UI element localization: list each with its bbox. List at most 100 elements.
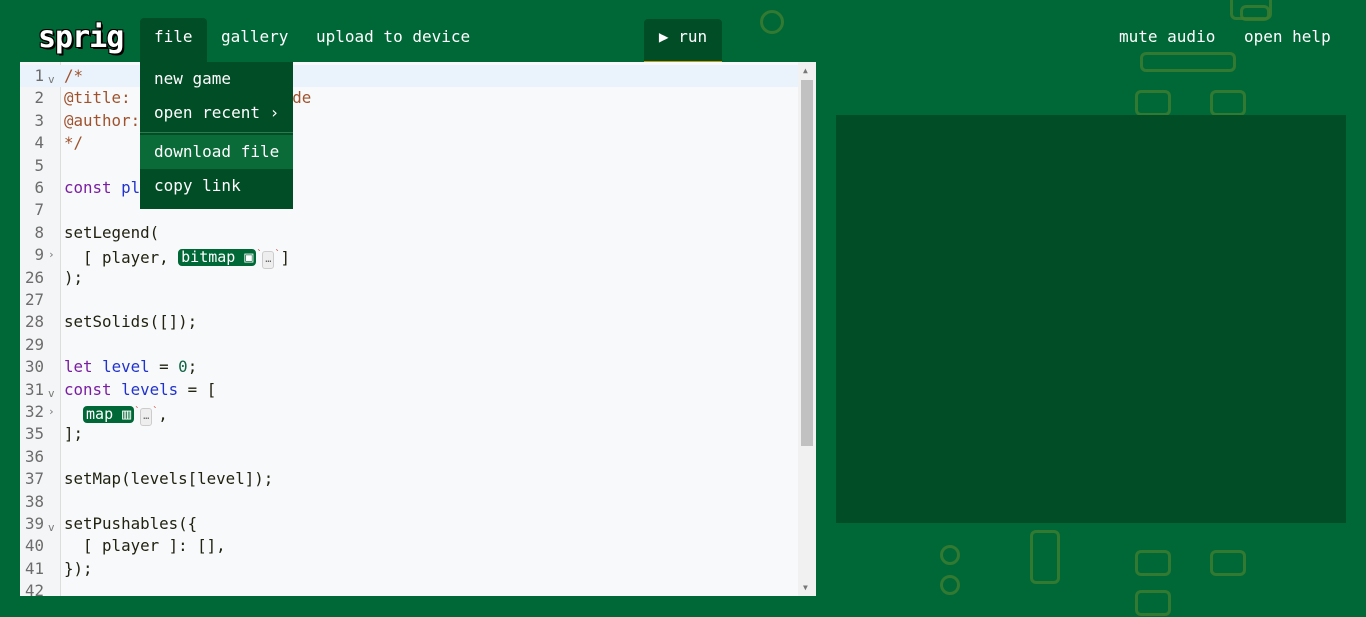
- code-line[interactable]: 27: [20, 289, 798, 311]
- scrollbar-thumb[interactable]: [801, 80, 813, 446]
- line-number: 3: [34, 110, 44, 130]
- fold-closed-icon[interactable]: ›: [48, 244, 55, 266]
- line-number: 31: [24, 379, 44, 399]
- code-text: const levels = [: [64, 379, 216, 401]
- code-line[interactable]: 1 v/*: [20, 65, 798, 88]
- code-text: [ player ]: [],: [64, 535, 226, 557]
- code-line[interactable]: 29: [20, 334, 798, 356]
- line-number: 35: [24, 424, 44, 444]
- code-text: /*: [64, 65, 83, 87]
- code-text: let level = 0;: [64, 356, 197, 378]
- code-line[interactable]: 37 setMap(levels[level]);: [20, 468, 798, 490]
- code-token: /*: [64, 66, 84, 85]
- code-text: */: [64, 132, 83, 154]
- menu-item-download-file[interactable]: download file: [140, 135, 293, 169]
- menu-item-copy-link[interactable]: copy link: [140, 169, 293, 203]
- nav-upload-to-device[interactable]: upload to device: [302, 18, 484, 56]
- code-line[interactable]: 8 setLegend(: [20, 222, 798, 244]
- asset-editor-pill[interactable]: bitmap ▣: [178, 249, 257, 267]
- line-number: 37: [24, 469, 44, 489]
- fold-closed-icon[interactable]: ›: [48, 401, 55, 423]
- code-text: @author:: [64, 110, 140, 132]
- code-token: );: [64, 267, 84, 287]
- line-number: 28: [24, 312, 44, 332]
- sprig-logo[interactable]: sprig: [38, 20, 124, 55]
- code-token: [ player ]: [],: [64, 536, 226, 556]
- code-token: let: [64, 357, 93, 377]
- code-line[interactable]: 38: [20, 491, 798, 513]
- code-line[interactable]: 31 v const levels = [: [20, 379, 798, 401]
- line-number: 2: [34, 88, 44, 108]
- open-help-button[interactable]: open help: [1230, 18, 1345, 56]
- code-line[interactable]: 2 @title: de: [20, 87, 798, 109]
- code-token: });: [64, 558, 93, 578]
- code-line[interactable]: 6 const pl: [20, 177, 798, 199]
- line-number: 9: [34, 245, 44, 265]
- code-line[interactable]: 36: [20, 446, 798, 468]
- code-line[interactable]: 26);: [20, 267, 798, 289]
- code-token: @author:: [64, 110, 141, 130]
- line-number: 42: [24, 581, 44, 596]
- menu-divider: [140, 132, 293, 133]
- code-token: levels: [121, 379, 179, 399]
- code-line[interactable]: 28 setSolids([]);: [20, 311, 798, 333]
- line-number: 32: [24, 402, 44, 421]
- run-label: run: [678, 27, 708, 46]
- code-text: setLegend(: [64, 222, 159, 244]
- menu-item-open-recent[interactable]: open recent ›: [140, 96, 293, 130]
- code-line[interactable]: 30 let level = 0;: [20, 356, 798, 378]
- code-token: setPushables({: [64, 514, 198, 533]
- line-number: 30: [24, 357, 44, 377]
- asset-editor-pill[interactable]: map ▥: [83, 406, 135, 423]
- code-line[interactable]: 41});: [20, 558, 798, 580]
- code-line[interactable]: 9 › [ player, bitmap ▣ `… `]: [20, 244, 798, 270]
- code-token: ]: [280, 248, 290, 268]
- code-token: setMap(levels[level]);: [64, 469, 274, 489]
- line-number: 8: [34, 222, 44, 242]
- scroll-up-icon[interactable]: ▲: [803, 66, 808, 75]
- code-line[interactable]: 35];: [20, 423, 798, 445]
- line-number: 5: [34, 155, 44, 175]
- line-number: 40: [24, 536, 44, 556]
- editor-scrollbar[interactable]: ▲ ▼: [798, 62, 816, 596]
- code-text: setSolids([]);: [64, 311, 197, 333]
- nav-gallery[interactable]: gallery: [207, 18, 302, 56]
- code-token: */: [64, 133, 84, 153]
- game-preview-canvas[interactable]: [836, 115, 1346, 523]
- code-text: });: [64, 558, 93, 580]
- code-line[interactable]: 7: [20, 199, 798, 221]
- scroll-down-icon[interactable]: ▼: [803, 583, 808, 592]
- code-token: [ player,: [64, 248, 179, 268]
- code-line[interactable]: 3 @author:: [20, 110, 798, 132]
- code-line[interactable]: 39 v setPushables({: [20, 513, 798, 535]
- code-line[interactable]: 40 [ player ]: [],: [20, 535, 798, 557]
- code-line[interactable]: 5: [20, 155, 798, 177]
- code-token: ,: [158, 405, 168, 424]
- line-number: 41: [24, 558, 44, 578]
- code-token: ];: [64, 424, 84, 444]
- line-number: 7: [34, 200, 44, 220]
- code-token: setSolids([]);: [64, 312, 198, 332]
- run-button[interactable]: ▶ run: [644, 19, 722, 66]
- line-number: 1: [34, 66, 44, 85]
- nav-file[interactable]: file: [140, 18, 207, 62]
- menu-item-new-game[interactable]: new game: [140, 62, 293, 96]
- code-token: ;: [187, 357, 198, 377]
- code-line[interactable]: 32 › map ▥ `… `,: [20, 401, 798, 426]
- line-number: 27: [24, 290, 44, 309]
- code-line[interactable]: 42: [20, 580, 798, 596]
- code-token: const: [64, 178, 112, 197]
- code-text: setMap(levels[level]);: [64, 468, 273, 490]
- line-number: 4: [34, 133, 44, 153]
- code-text: setPushables({: [64, 513, 197, 535]
- mute-audio-button[interactable]: mute audio: [1105, 18, 1229, 56]
- code-token: const: [64, 379, 112, 399]
- line-number: 26: [24, 267, 44, 287]
- code-token: = [: [178, 379, 217, 399]
- code-text: );: [64, 267, 83, 289]
- code-token: setLegend(: [64, 222, 160, 242]
- line-number: 6: [34, 178, 44, 197]
- code-line[interactable]: 4 */: [20, 132, 798, 154]
